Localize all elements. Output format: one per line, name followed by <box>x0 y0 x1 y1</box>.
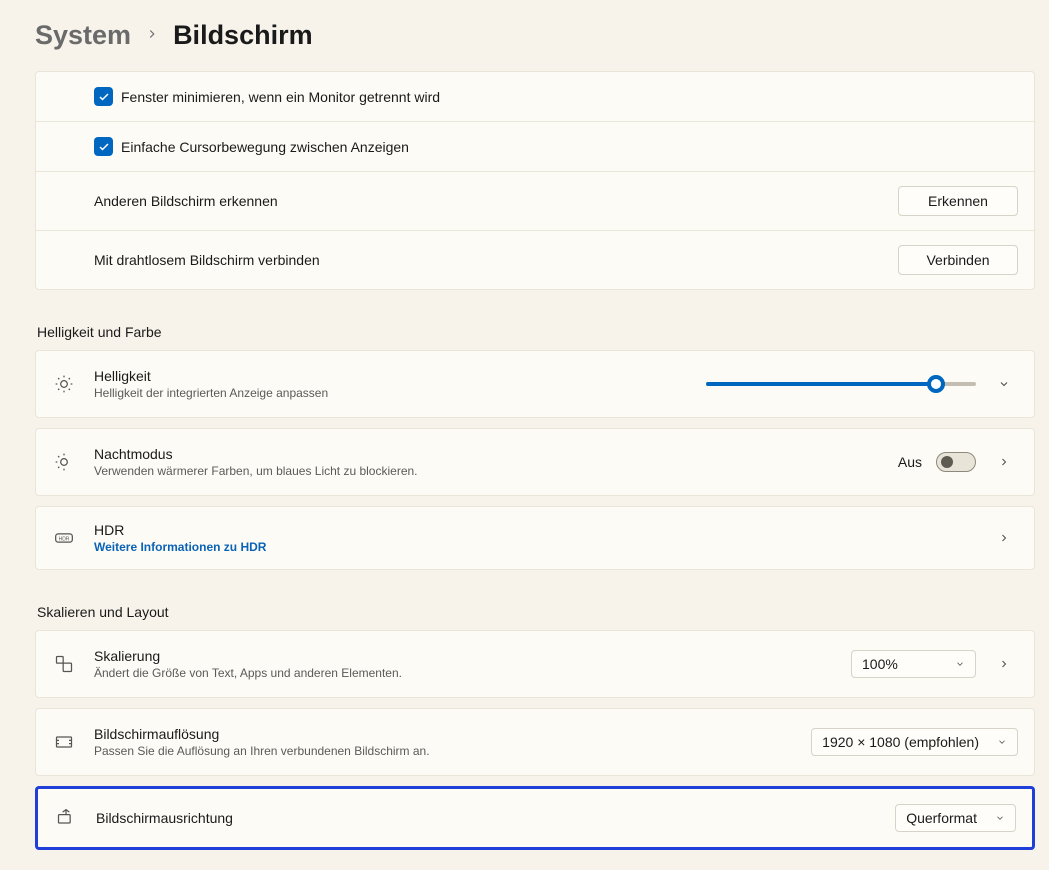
minimize-checkbox[interactable] <box>94 87 113 106</box>
resolution-desc: Passen Sie die Auflösung an Ihren verbun… <box>94 744 811 758</box>
wireless-label: Mit drahtlosem Bildschirm verbinden <box>94 252 898 268</box>
scale-icon <box>52 654 94 674</box>
breadcrumb-current: Bildschirm <box>173 20 313 51</box>
orientation-value: Querformat <box>906 810 977 826</box>
minimize-label: Fenster minimieren, wenn ein Monitor get… <box>121 89 1018 105</box>
scale-desc: Ändert die Größe von Text, Apps und ande… <box>94 666 851 680</box>
night-icon <box>52 452 94 472</box>
resolution-select[interactable]: 1920 × 1080 (empfohlen) <box>811 728 1018 756</box>
night-mode-toggle[interactable] <box>936 452 976 472</box>
night-mode-state: Aus <box>898 454 922 470</box>
scale-title: Skalierung <box>94 648 851 664</box>
night-mode-title: Nachtmodus <box>94 446 898 462</box>
section-scale-heading: Skalieren und Layout <box>37 604 1035 620</box>
brightness-desc: Helligkeit der integrierten Anzeige anpa… <box>94 386 706 400</box>
breadcrumb-parent[interactable]: System <box>35 20 131 51</box>
night-mode-row[interactable]: Nachtmodus Verwenden wärmerer Farben, um… <box>35 428 1035 496</box>
wireless-display-row: Mit drahtlosem Bildschirm verbinden Verb… <box>36 231 1034 289</box>
breadcrumb: System Bildschirm <box>35 20 1035 51</box>
expand-brightness[interactable] <box>990 378 1018 390</box>
connect-button[interactable]: Verbinden <box>898 245 1018 275</box>
resolution-value: 1920 × 1080 (empfohlen) <box>822 734 979 750</box>
svg-text:HDR: HDR <box>59 537 70 543</box>
brightness-title: Helligkeit <box>94 368 706 384</box>
brightness-slider[interactable] <box>706 382 976 386</box>
display-options-group: Fenster minimieren, wenn ein Monitor get… <box>35 71 1035 290</box>
easy-cursor-row[interactable]: Einfache Cursorbewegung zwischen Anzeige… <box>36 122 1034 172</box>
detect-button[interactable]: Erkennen <box>898 186 1018 216</box>
scale-row[interactable]: Skalierung Ändert die Größe von Text, Ap… <box>35 630 1035 698</box>
minimize-on-disconnect-row[interactable]: Fenster minimieren, wenn ein Monitor get… <box>36 72 1034 122</box>
orientation-icon <box>54 808 96 828</box>
cursor-checkbox[interactable] <box>94 137 113 156</box>
sun-icon <box>52 374 94 394</box>
open-night-mode[interactable] <box>990 456 1018 468</box>
hdr-more-info-link[interactable]: Weitere Informationen zu HDR <box>94 540 990 554</box>
orientation-select[interactable]: Querformat <box>895 804 1016 832</box>
cursor-label: Einfache Cursorbewegung zwischen Anzeige… <box>121 139 1018 155</box>
open-scale[interactable] <box>990 658 1018 670</box>
resolution-row[interactable]: Bildschirmauflösung Passen Sie die Auflö… <box>35 708 1035 776</box>
detect-display-row: Anderen Bildschirm erkennen Erkennen <box>36 172 1034 231</box>
brightness-row[interactable]: Helligkeit Helligkeit der integrierten A… <box>35 350 1035 418</box>
chevron-right-icon <box>145 25 159 46</box>
orientation-row[interactable]: Bildschirmausrichtung Querformat <box>35 786 1035 850</box>
resolution-icon <box>52 732 94 752</box>
hdr-row[interactable]: HDR HDR Weitere Informationen zu HDR <box>35 506 1035 570</box>
section-brightness-heading: Helligkeit und Farbe <box>37 324 1035 340</box>
scale-value: 100% <box>862 656 898 672</box>
detect-label: Anderen Bildschirm erkennen <box>94 193 898 209</box>
open-hdr[interactable] <box>990 532 1018 544</box>
orientation-title: Bildschirmausrichtung <box>96 810 895 826</box>
resolution-title: Bildschirmauflösung <box>94 726 811 742</box>
hdr-title: HDR <box>94 522 990 538</box>
hdr-icon: HDR <box>52 528 94 548</box>
night-mode-desc: Verwenden wärmerer Farben, um blaues Lic… <box>94 464 898 478</box>
scale-select[interactable]: 100% <box>851 650 976 678</box>
